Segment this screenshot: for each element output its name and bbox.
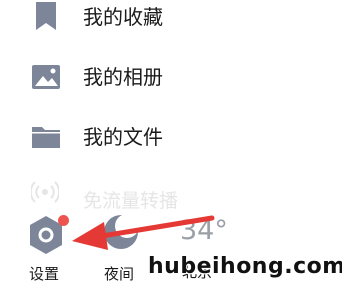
moon-icon	[104, 214, 139, 249]
image-icon	[32, 65, 60, 89]
menu-item-album[interactable]: 我的相册	[0, 52, 342, 102]
night-mode-button[interactable]: 夜间	[98, 211, 144, 285]
bookmark-icon	[36, 2, 56, 30]
menu-item-label: 我的相册	[83, 65, 163, 89]
broadcast-icon	[31, 181, 59, 203]
menu-item-label: 我的收藏	[83, 5, 163, 29]
watermark-text: hubeihong.com	[148, 254, 342, 279]
menu-item-label: 我的文件	[83, 125, 163, 149]
temperature-text: 34°	[180, 215, 228, 246]
menu-item-favorites[interactable]: 我的收藏	[0, 0, 342, 42]
menu-item-files[interactable]: 我的文件	[0, 112, 342, 162]
menu-screen: 我的收藏 我的相册 我的文件 免流量转播 设置 夜间 34° 北京 hubeih…	[0, 0, 342, 293]
notification-badge	[58, 215, 69, 226]
bottom-toolbar: 设置 夜间 34° 北京	[0, 205, 342, 293]
settings-label: 设置	[29, 265, 60, 283]
folder-icon	[32, 127, 60, 148]
night-label: 夜间	[104, 265, 135, 283]
